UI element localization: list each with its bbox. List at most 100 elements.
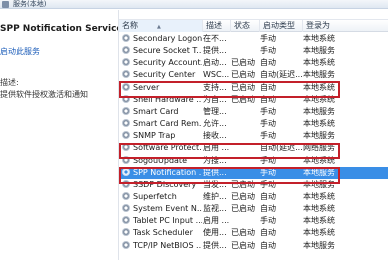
cell-startup-type: 自动(延迟... (260, 143, 302, 153)
window-title: 服务(本地) (13, 0, 47, 8)
cell-status: 已启动 (231, 94, 255, 104)
sort-ascending-icon: ▲ (157, 24, 161, 30)
table-row[interactable]: Task Scheduler 使用... 已启动 自动 本地系统 (119, 227, 388, 239)
service-name-text: SSDP Discovery (133, 179, 197, 189)
service-gear-icon (122, 119, 130, 128)
cell-startup-type: 手动 (260, 46, 276, 56)
table-row[interactable]: Software Protect... 启用 ... 自动(延迟... 网络服务 (119, 142, 388, 154)
cell-description: 提供... (203, 46, 227, 56)
cell-description: 在不... (203, 34, 227, 43)
cell-status (231, 215, 259, 227)
service-name-text: Tablet PC Input ... (133, 216, 202, 226)
cell-logon-as: 本地系统 (303, 34, 335, 43)
service-name-text: Secondary Logon (133, 34, 202, 43)
cell-status (231, 118, 259, 130)
cell-status: 已启动 (231, 179, 255, 189)
table-row[interactable]: Shell Hardware ... 为自... 已启动 自动 本地系统 (119, 94, 388, 106)
cell-name: TCP/IP NetBIOS ... (122, 240, 202, 252)
cell-startup-type: 自动 (260, 228, 276, 238)
table-row[interactable]: Security Account... 启动... 已启动 自动 本地系统 (119, 57, 388, 69)
service-name-text: Security Account... (133, 58, 202, 68)
service-name-text: Superfetch (133, 191, 177, 201)
table-row[interactable]: SSDP Discovery 当发... 已启动 手动 本地服务 (119, 179, 388, 191)
cell-description: 监视... (203, 204, 227, 214)
column-header-description[interactable]: 描述 (203, 20, 231, 32)
table-row[interactable]: SNMP Trap 接收... 手动 本地服务 (119, 130, 388, 142)
cell-logon-as: 本地系统 (303, 58, 335, 68)
service-gear-icon (122, 167, 130, 176)
cell-status (231, 142, 259, 154)
service-name-text: Secure Socket T... (133, 46, 202, 56)
service-gear-icon (122, 179, 130, 188)
cell-startup-type: 自动 (260, 94, 276, 104)
cell-status: 已启动 (231, 240, 255, 250)
cell-name: SSDP Discovery (122, 179, 202, 191)
column-header-startup-type[interactable]: 启动类型 (260, 20, 303, 32)
cell-startup-type: 自动 (260, 204, 276, 214)
service-gear-icon (122, 70, 130, 79)
cell-status (231, 33, 259, 45)
cell-name: Smart Card Rem... (122, 118, 202, 130)
cell-startup-type: 手动 (260, 155, 276, 165)
cell-logon-as: 本地服务 (303, 240, 335, 250)
service-gear-icon (122, 82, 130, 91)
cell-logon-as: 本地服务 (303, 167, 335, 177)
cell-description: 启用 ... (203, 143, 230, 153)
cell-name: Shell Hardware ... (122, 94, 202, 106)
cell-description: WSC... (203, 70, 230, 80)
cell-logon-as: 本地系统 (303, 119, 335, 129)
cell-description: 接收... (203, 131, 227, 141)
cell-startup-type: 手动 (260, 216, 276, 226)
cell-description: 启用 ... (203, 216, 230, 226)
cell-logon-as: 本地系统 (303, 228, 335, 238)
cell-description: 管理... (203, 106, 227, 116)
service-gear-icon (122, 106, 130, 115)
table-row[interactable]: Security Center WSC... 已启动 自动(延迟... 本地服务 (119, 69, 388, 81)
service-name-text: Smart Card (133, 106, 179, 116)
table-row[interactable]: Secure Socket T... 提供... 手动 本地服务 (119, 45, 388, 57)
cell-status: 已启动 (231, 58, 255, 68)
service-name-text: SPP Notification ... (133, 167, 202, 177)
cell-description: 为自... (203, 94, 227, 104)
table-row[interactable]: SogouUpdate 为搜... 手动 本地系统 (119, 155, 388, 167)
cell-status: 已启动 (231, 191, 255, 201)
cell-logon-as: 本地服务 (303, 46, 335, 56)
table-row[interactable]: System Event N... 监视... 已启动 自动 本地系统 (119, 203, 388, 215)
cell-startup-type: 自动 (260, 191, 276, 201)
cell-logon-as: 本地服务 (303, 131, 335, 141)
table-row[interactable]: Smart Card 管理... 手动 本地服务 (119, 106, 388, 118)
cell-startup-type: 手动 (260, 167, 276, 177)
column-header-logon-as[interactable]: 登录为 (303, 20, 388, 32)
cell-name: Tablet PC Input ... (122, 215, 202, 227)
column-header-name[interactable]: 名称 ▲ (119, 20, 203, 32)
window-titlebar: 服务(本地) (0, 0, 388, 9)
cell-startup-type: 自动(延迟... (260, 70, 302, 80)
cell-status (231, 45, 259, 57)
service-gear-icon (122, 216, 130, 225)
services-table: 名称 ▲ 描述 状态 启动类型 登录为 Secondary Logon 在不...… (118, 10, 388, 260)
column-header-name-label: 名称 (122, 21, 138, 30)
table-row[interactable]: Secondary Logon 在不... 手动 本地系统 (119, 33, 388, 45)
cell-description: 提供... (203, 240, 227, 250)
table-row[interactable]: Server 支持... 已启动 自动 本地系统 (119, 82, 388, 94)
cell-status: 已启动 (231, 82, 255, 92)
table-row[interactable]: Tablet PC Input ... 启用 ... 手动 本地系统 (119, 215, 388, 227)
service-gear-icon (122, 155, 130, 164)
cell-startup-type: 手动 (260, 106, 276, 116)
table-row[interactable]: Superfetch 维护... 已启动 自动 本地系统 (119, 191, 388, 203)
column-header-status[interactable]: 状态 (231, 20, 260, 32)
cell-startup-type: 自动 (260, 58, 276, 68)
service-name-heading: SPP Notification Service (0, 24, 123, 34)
cell-logon-as: 本地系统 (303, 82, 335, 92)
service-gear-icon (122, 228, 130, 237)
table-row[interactable]: TCP/IP NetBIOS ... 提供... 已启动 自动 本地服务 (119, 240, 388, 252)
table-row[interactable]: Smart Card Rem... 允许... 手动 本地系统 (119, 118, 388, 130)
service-name-text: Security Center (133, 70, 196, 80)
service-gear-icon (122, 240, 130, 249)
cell-status: 已启动 (231, 204, 255, 214)
table-row[interactable]: SPP Notification ... 提供... 手动 本地服务 (119, 166, 388, 179)
start-service-link[interactable]: 启动此服务 (0, 46, 40, 57)
cell-name: Secondary Logon (122, 33, 202, 45)
cell-name: Secure Socket T... (122, 45, 202, 57)
cell-status: 已启动 (231, 70, 255, 80)
